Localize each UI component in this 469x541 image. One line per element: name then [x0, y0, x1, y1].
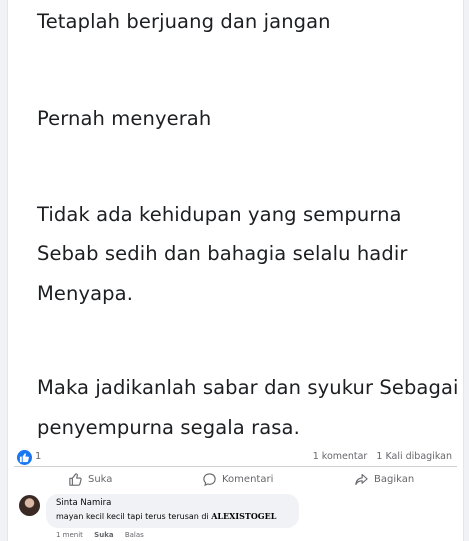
share-button-label: Bagikan: [374, 473, 415, 485]
post-line: Maka jadikanlah sabar dan syukur Sebagai: [37, 376, 459, 399]
like-icon[interactable]: [17, 450, 32, 465]
comment-bubble: Sinta Namira mayan kecil kecil tapi teru…: [46, 494, 299, 528]
comment-count[interactable]: 1 komentar: [313, 451, 368, 462]
post-card: Tetaplah berjuang dan jangan Pernah meny…: [7, 0, 464, 541]
comment-icon: [203, 472, 216, 486]
comment-button-label: Komentari: [222, 473, 274, 485]
thumbs-up-icon: [69, 472, 82, 486]
comment-brand: ALEXISTOGEL: [211, 511, 277, 521]
comment-item: Sinta Namira mayan kecil kecil tapi teru…: [17, 494, 463, 541]
share-count[interactable]: 1 Kali dibagikan: [376, 451, 452, 462]
share-icon: [355, 473, 368, 485]
engagement-counts: 1 komentar 1 Kali dibagikan: [307, 451, 452, 462]
reaction-count[interactable]: 1: [35, 451, 41, 462]
comment-button[interactable]: Komentari: [202, 471, 273, 487]
comment-time[interactable]: 1 menit: [56, 531, 83, 539]
share-button[interactable]: Bagikan: [354, 471, 414, 487]
post-line: Menyapa.: [37, 282, 133, 305]
comment-body: mayan kecil kecil tapi terus terusan di: [56, 512, 212, 521]
post-line: Tidak ada kehidupan yang sempurna: [37, 203, 402, 226]
comment-meta: 1 menit Suka Balas: [56, 531, 153, 539]
comment-reply-link[interactable]: Balas: [125, 531, 144, 539]
reaction-stats: 1 1 komentar 1 Kali dibagikan: [8, 448, 463, 468]
post-line: Tetaplah berjuang dan jangan: [37, 10, 331, 33]
post-line: penyempurna segala rasa.: [37, 416, 300, 439]
action-bar: Suka Komentari Bagikan: [14, 466, 457, 491]
comment-like-link[interactable]: Suka: [94, 531, 113, 539]
like-button-label: Suka: [88, 473, 113, 485]
comment-author[interactable]: Sinta Namira: [56, 498, 111, 508]
avatar[interactable]: [19, 495, 40, 516]
comment-text: mayan kecil kecil tapi terus terusan di …: [56, 511, 276, 521]
post-line: Sebab sedih dan bahagia selalu hadir: [37, 242, 408, 265]
post-line: Pernah menyerah: [37, 107, 212, 130]
post-body: Tetaplah berjuang dan jangan Pernah meny…: [8, 0, 463, 444]
like-button[interactable]: Suka: [68, 471, 112, 487]
